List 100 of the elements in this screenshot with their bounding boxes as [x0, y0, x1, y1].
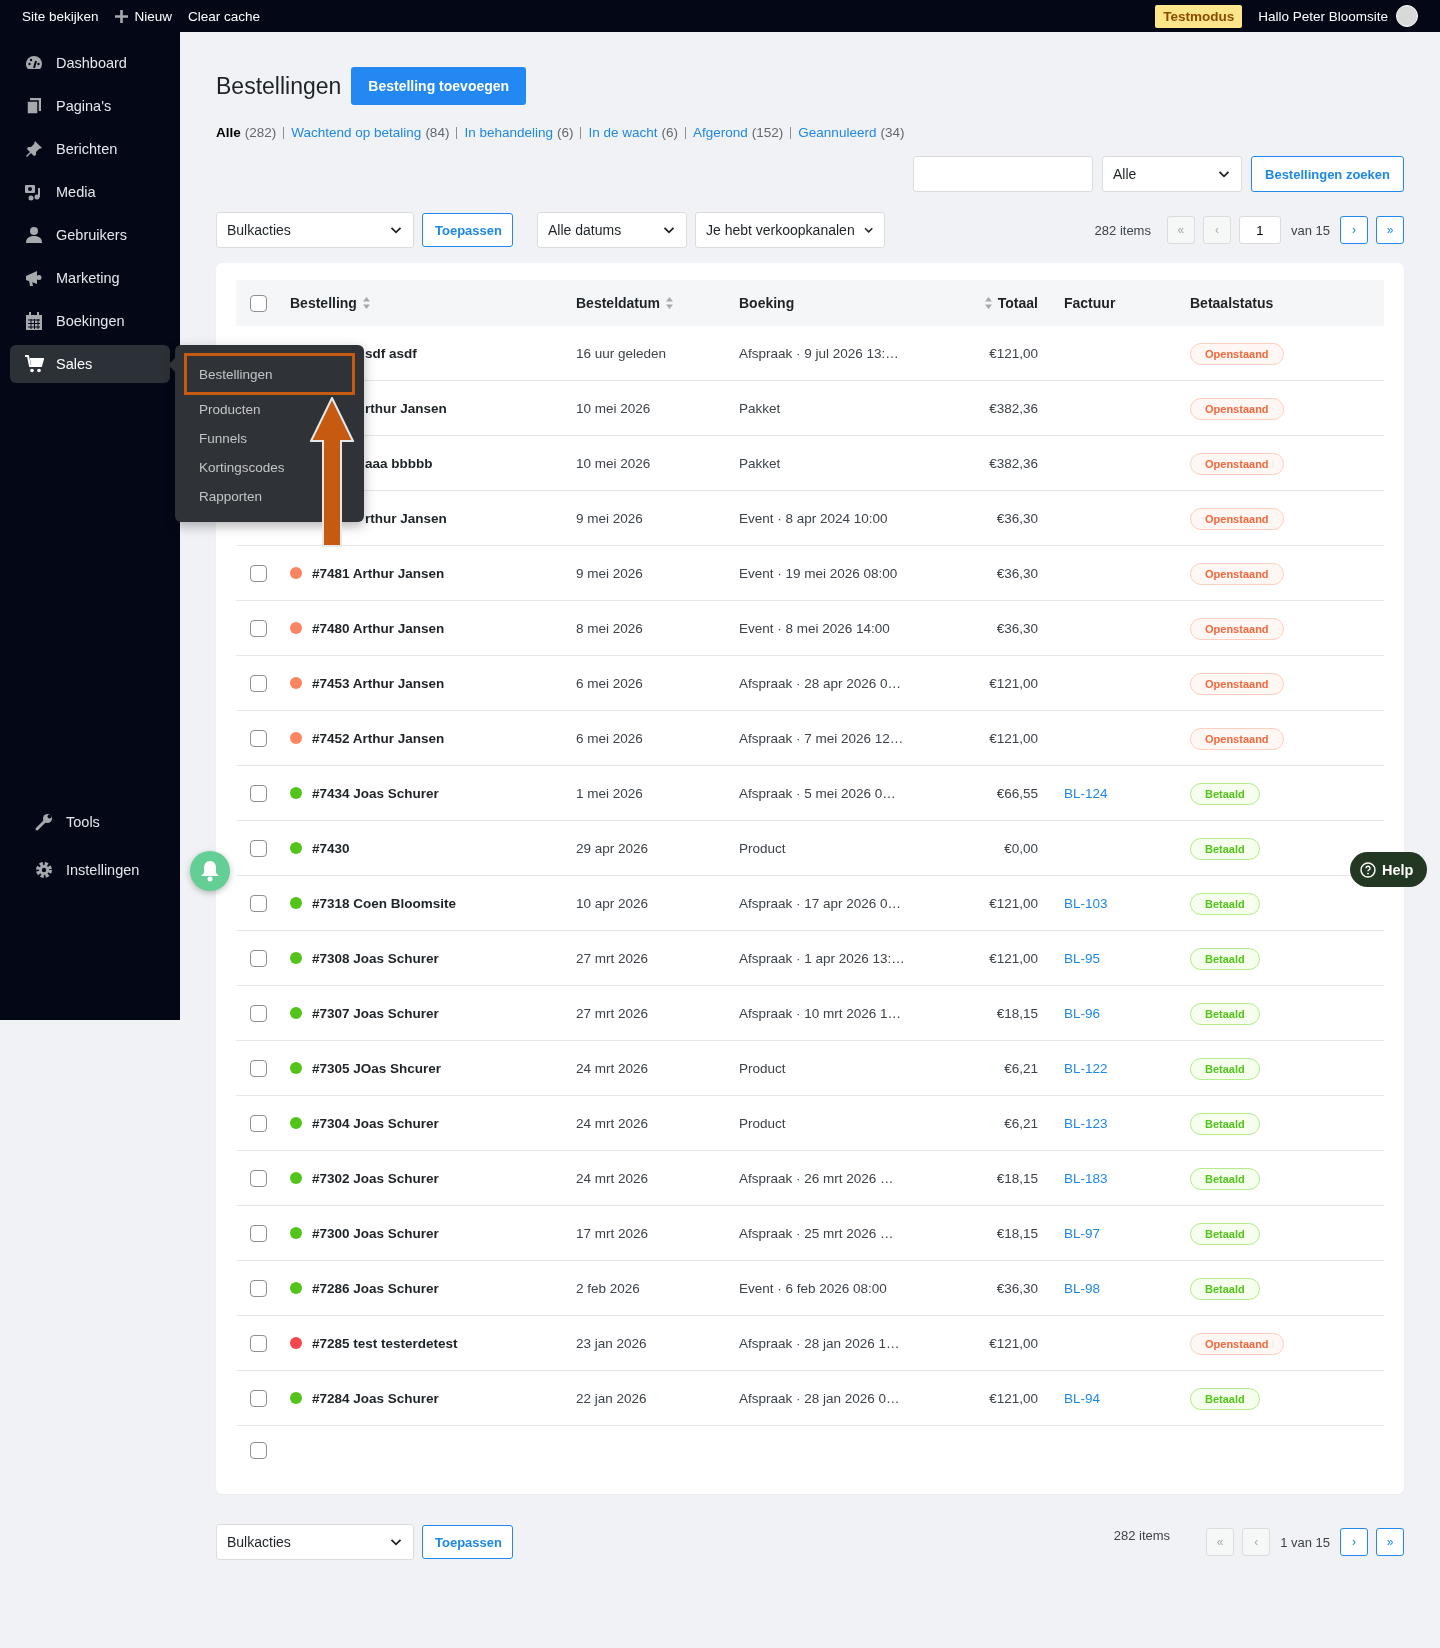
item-count: 282 items	[1113, 1528, 1171, 1543]
sidebar-item[interactable]: Instellingen	[10, 851, 170, 889]
sidebar-item[interactable]: Media	[10, 173, 170, 211]
booking-cell: Afspraak · 10 mrt 2026 1…	[739, 1005, 902, 1021]
row-checkbox[interactable]	[250, 1441, 267, 1459]
pagination-button[interactable]: »	[1376, 216, 1404, 244]
order-name[interactable]: rthur Jansen	[365, 510, 447, 526]
order-name[interactable]: #7434 Joas Schurer	[312, 785, 439, 801]
sidebar-item[interactable]: Marketing	[10, 259, 170, 297]
row-checkbox[interactable]	[250, 839, 267, 857]
sidebar-item[interactable]: Berichten	[10, 130, 170, 168]
invoice-link[interactable]: BL-103	[1038, 895, 1108, 911]
row-checkbox[interactable]	[250, 1004, 267, 1022]
payment-status-badge: Openstaand	[1190, 1332, 1284, 1355]
column-header[interactable]: Totaal	[983, 295, 1038, 311]
order-name[interactable]: #7305 JOas Shcurer	[312, 1060, 442, 1076]
row-checkbox[interactable]	[250, 784, 267, 802]
toolbar-link[interactable]: Nieuw	[114, 8, 173, 24]
invoice-link[interactable]: BL-98	[1038, 1280, 1101, 1296]
row-checkbox[interactable]	[250, 1224, 267, 1242]
invoice-link[interactable]: BL-122	[1038, 1060, 1108, 1076]
row-checkbox[interactable]	[250, 949, 267, 967]
submenu-item[interactable]: Rapporten	[184, 482, 355, 511]
row-checkbox[interactable]	[250, 1389, 267, 1407]
apply-button[interactable]: Toepassen	[422, 1525, 513, 1559]
submenu-item[interactable]: Producten	[184, 395, 355, 424]
column-header[interactable]: Bestelling	[290, 295, 371, 311]
order-date: 8 mei 2026	[576, 620, 643, 636]
sidebar-item[interactable]: Sales	[10, 345, 170, 383]
order-name[interactable]: #7430	[312, 840, 350, 856]
search-field[interactable]	[913, 156, 1093, 192]
row-checkbox[interactable]	[250, 564, 267, 582]
order-name[interactable]: #7307 Joas Schurer	[312, 1005, 439, 1021]
invoice-link[interactable]: BL-124	[1038, 785, 1108, 801]
order-name[interactable]: #7480 Arthur Jansen	[312, 620, 445, 636]
order-name[interactable]: #7452 Arthur Jansen	[312, 730, 445, 746]
order-name[interactable]: #7453 Arthur Jansen	[312, 675, 445, 691]
bulk-actions-dropdown[interactable]: Bulkacties	[216, 212, 414, 248]
submenu-item[interactable]: Funnels	[184, 424, 355, 453]
order-name[interactable]: aaa bbbbb	[365, 455, 433, 471]
order-name[interactable]: sdf asdf	[365, 345, 417, 361]
booking-cell: Pakket	[739, 400, 781, 416]
invoice-link[interactable]: BL-96	[1038, 1005, 1101, 1021]
pagination-button[interactable]: »	[1376, 1528, 1404, 1556]
sales-channel-dropdown[interactable]: Je hebt verkoopkanalen	[695, 212, 885, 248]
payment-status-badge: Betaald	[1190, 1387, 1260, 1410]
order-name[interactable]: #7284 Joas Schurer	[312, 1390, 439, 1406]
bulk-actions-dropdown[interactable]: Bulkacties	[216, 1524, 414, 1560]
order-name[interactable]: #7481 Arthur Jansen	[312, 565, 445, 581]
add-order-button[interactable]: Bestelling toevoegen	[351, 67, 527, 105]
row-checkbox[interactable]	[250, 1279, 267, 1297]
avatar[interactable]	[1396, 5, 1418, 27]
sidebar-item[interactable]: Pagina's	[10, 87, 170, 125]
row-checkbox[interactable]	[250, 1114, 267, 1132]
row-checkbox[interactable]	[250, 619, 267, 637]
submenu-item[interactable]: Bestellingen	[184, 353, 355, 395]
booking-cell: Afspraak · 1 apr 2026 13:…	[739, 950, 905, 966]
order-name[interactable]: #7300 Joas Schurer	[312, 1225, 439, 1241]
order-name[interactable]: #7302 Joas Schurer	[312, 1170, 439, 1186]
search-orders-button[interactable]: Bestellingen zoeken	[1251, 156, 1404, 192]
help-button[interactable]: Help	[1350, 852, 1428, 887]
order-name[interactable]: #7285 test testerdetest	[312, 1335, 458, 1351]
order-date: 24 mrt 2026	[576, 1170, 649, 1186]
row-checkbox[interactable]	[250, 674, 267, 692]
row-checkbox[interactable]	[250, 1334, 267, 1352]
row-checkbox[interactable]	[250, 1059, 267, 1077]
toolbar-link[interactable]: Site bekijken	[22, 8, 99, 24]
sidebar-item[interactable]: Dashboard	[10, 44, 170, 82]
user-greeting[interactable]: Hallo Peter Bloomsite	[1258, 8, 1388, 24]
row-checkbox[interactable]	[250, 894, 267, 912]
row-checkbox[interactable]	[250, 1169, 267, 1187]
notification-button[interactable]	[190, 851, 230, 891]
date-filter-dropdown[interactable]: Alle datums	[537, 212, 687, 248]
order-name[interactable]: rthur Jansen	[365, 400, 447, 416]
apply-button[interactable]: Toepassen	[422, 213, 513, 247]
column-header[interactable]: Besteldatum	[576, 295, 675, 311]
order-total: €382,36	[989, 400, 1038, 416]
invoice-link[interactable]: BL-94	[1038, 1390, 1101, 1406]
invoice-link[interactable]: BL-183	[1038, 1170, 1108, 1186]
status-filter-link[interactable]: Alle	[216, 125, 241, 140]
select-all-checkbox[interactable]	[250, 294, 267, 312]
order-name[interactable]: #7308 Joas Schurer	[312, 950, 439, 966]
invoice-link[interactable]: BL-123	[1038, 1115, 1108, 1131]
status-dropdown[interactable]: Alle	[1102, 156, 1242, 192]
page-number-field[interactable]: 1	[1238, 216, 1281, 244]
booking-cell: Product	[739, 840, 786, 856]
toolbar-link[interactable]: Clear cache	[188, 8, 261, 24]
sidebar-item[interactable]: Gebruikers	[10, 216, 170, 254]
sidebar-item[interactable]: Boekingen	[10, 302, 170, 340]
invoice-link[interactable]: BL-97	[1038, 1225, 1101, 1241]
order-name[interactable]: #7286 Joas Schurer	[312, 1280, 439, 1296]
order-name[interactable]: #7304 Joas Schurer	[312, 1115, 439, 1131]
row-checkbox[interactable]	[250, 729, 267, 747]
order-name[interactable]: #7318 Coen Bloomsite	[312, 895, 457, 911]
submenu-item[interactable]: Kortingscodes	[184, 453, 355, 482]
invoice-link[interactable]: BL-95	[1038, 950, 1101, 966]
pin-icon	[24, 139, 44, 159]
pagination-button[interactable]: ›	[1340, 1528, 1368, 1556]
pagination-button[interactable]: ›	[1340, 216, 1368, 244]
sidebar-item[interactable]: Tools	[10, 803, 170, 841]
